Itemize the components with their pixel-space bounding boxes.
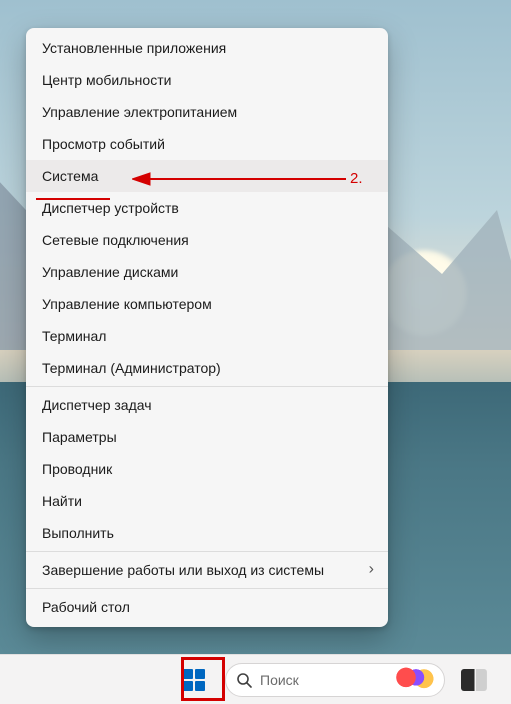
- taskbar: Поиск: [0, 654, 511, 704]
- menu-item-label: Проводник: [42, 461, 112, 477]
- menu-item[interactable]: Терминал: [26, 320, 388, 352]
- menu-item-label: Установленные приложения: [42, 40, 226, 56]
- menu-item-label: Найти: [42, 493, 82, 509]
- menu-item-label: Терминал: [42, 328, 106, 344]
- menu-item[interactable]: Установленные приложения: [26, 32, 388, 64]
- menu-item-label: Завершение работы или выход из системы: [42, 562, 324, 578]
- menu-item[interactable]: Управление дисками: [26, 256, 388, 288]
- menu-item-label: Рабочий стол: [42, 599, 130, 615]
- menu-item-label: Диспетчер устройств: [42, 200, 179, 216]
- task-view-button[interactable]: [461, 669, 487, 691]
- start-button[interactable]: [173, 659, 215, 701]
- menu-item-label: Сетевые подключения: [42, 232, 189, 248]
- menu-item[interactable]: Управление электропитанием: [26, 96, 388, 128]
- annotation-step2-label: 2.: [350, 170, 363, 187]
- menu-separator: [26, 386, 388, 387]
- menu-item[interactable]: Центр мобильности: [26, 64, 388, 96]
- menu-item-label: Параметры: [42, 429, 117, 445]
- menu-item-label: Управление дисками: [42, 264, 178, 280]
- menu-item[interactable]: Выполнить: [26, 517, 388, 549]
- menu-item-label: Выполнить: [42, 525, 114, 541]
- menu-item-label: Центр мобильности: [42, 72, 171, 88]
- menu-item[interactable]: Рабочий стол: [26, 591, 388, 623]
- start-context-menu[interactable]: Установленные приложения Центр мобильност…: [26, 28, 388, 627]
- menu-item[interactable]: Завершение работы или выход из системы: [26, 554, 388, 586]
- menu-item[interactable]: Управление компьютером: [26, 288, 388, 320]
- menu-item-label: Система: [42, 168, 98, 184]
- windows-logo-icon: [183, 669, 205, 691]
- menu-item-label: Терминал (Администратор): [42, 360, 221, 376]
- annotation-arrow-step2: [132, 168, 346, 190]
- menu-item-label: Просмотр событий: [42, 136, 165, 152]
- menu-item[interactable]: Проводник: [26, 453, 388, 485]
- menu-item[interactable]: Сетевые подключения: [26, 224, 388, 256]
- menu-item[interactable]: Диспетчер устройств: [26, 192, 388, 224]
- menu-item-label: Диспетчер задач: [42, 397, 152, 413]
- search-icon: [236, 672, 252, 688]
- annotation-underline: [36, 198, 110, 200]
- menu-item[interactable]: Терминал (Администратор): [26, 352, 388, 384]
- menu-separator: [26, 588, 388, 589]
- search-highlights-icon: [394, 667, 434, 693]
- menu-separator: [26, 551, 388, 552]
- menu-item[interactable]: Параметры: [26, 421, 388, 453]
- menu-item[interactable]: Просмотр событий: [26, 128, 388, 160]
- menu-item-label: Управление электропитанием: [42, 104, 237, 120]
- search-placeholder: Поиск: [260, 672, 299, 688]
- taskbar-search[interactable]: Поиск: [225, 663, 445, 697]
- menu-item[interactable]: Диспетчер задач: [26, 389, 388, 421]
- menu-item[interactable]: Найти: [26, 485, 388, 517]
- menu-item-label: Управление компьютером: [42, 296, 212, 312]
